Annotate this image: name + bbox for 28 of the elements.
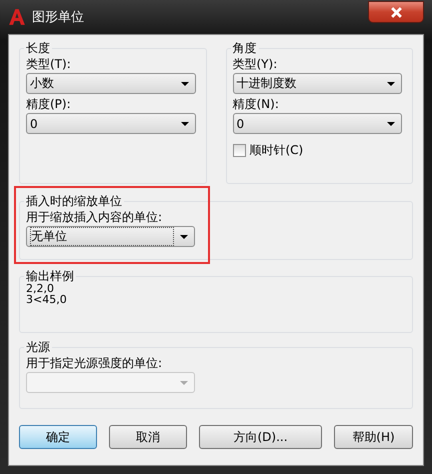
dialog-button[interactable]: 确定 — [19, 425, 97, 449]
window-title: 图形单位 — [32, 9, 84, 26]
dialog-button[interactable]: 取消 — [109, 425, 187, 449]
field-label: 用于指定光源强度的单位: — [26, 356, 164, 370]
field-label: 类型(T): — [26, 57, 72, 71]
dropdown[interactable]: 无单位 — [26, 226, 195, 247]
dialog-button[interactable]: 帮助(H) — [334, 425, 413, 449]
checkbox-label[interactable]: 顺时针(C) — [250, 142, 304, 159]
dialog-button[interactable]: 方向(D)... — [199, 425, 322, 449]
sample-output-line: 3<45,0 — [26, 294, 68, 305]
app-logo-icon — [8, 8, 26, 26]
group-title: 插入时的缩放单位 — [25, 194, 123, 208]
dropdown[interactable]: 十进制度数 — [232, 73, 402, 94]
dropdown[interactable]: 小数 — [26, 73, 196, 94]
group-title: 角度 — [232, 41, 258, 55]
field-label: 精度(N): — [232, 97, 280, 111]
field-label: 用于缩放插入内容的单位: — [26, 210, 164, 224]
field-label: 类型(Y): — [232, 57, 278, 71]
group-title: 长度 — [25, 41, 51, 55]
group-title: 光源 — [25, 340, 51, 354]
dropdown[interactable]: 0 — [232, 113, 402, 134]
dropdown[interactable]: 0 — [26, 113, 196, 134]
close-icon — [390, 6, 402, 18]
sample-output-line: 2,2,0 — [26, 283, 54, 294]
checkbox[interactable] — [232, 144, 246, 157]
field-label: 精度(P): — [26, 97, 72, 111]
close-button[interactable] — [368, 1, 424, 23]
group-title: 输出样例 — [25, 269, 75, 283]
